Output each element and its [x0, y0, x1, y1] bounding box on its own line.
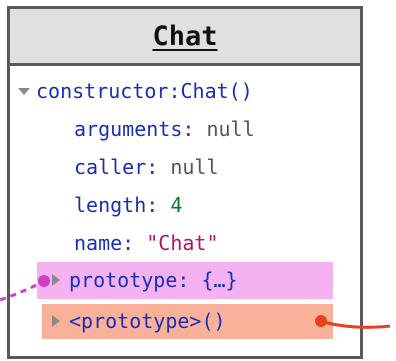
property-key: name: [74, 231, 123, 255]
collapsed-triangle-icon[interactable]: [52, 273, 60, 286]
panel-title: Chat: [152, 20, 218, 52]
property-value: 4: [170, 193, 183, 217]
prototype-row[interactable]: prototype: {…}: [52, 265, 238, 295]
prototype-key: prototype: [69, 268, 178, 292]
property-separator: :: [122, 231, 147, 255]
property-row-name[interactable]: name: "Chat": [74, 228, 219, 258]
property-value: null: [206, 117, 255, 141]
property-row-caller[interactable]: caller: null: [74, 152, 219, 182]
stage: Chat constructor:Chat() arguments: null …: [0, 0, 396, 361]
inner-prototype-row[interactable]: <prototype>(): [52, 306, 226, 336]
panel-header: Chat: [10, 9, 360, 66]
property-separator: :: [146, 193, 171, 217]
property-row-arguments[interactable]: arguments: null: [74, 114, 255, 144]
constructor-row[interactable]: constructor:Chat(): [10, 76, 350, 106]
inner-prototype-label: <prototype>(): [69, 309, 226, 333]
property-key: arguments: [74, 117, 183, 141]
property-separator: :: [182, 117, 207, 141]
constructor-label: constructor:Chat(): [36, 79, 253, 103]
collapsed-triangle-icon[interactable]: [52, 314, 60, 327]
expand-triangle-icon[interactable]: [18, 88, 30, 95]
prototype-value: {…}: [201, 268, 238, 292]
property-value: "Chat": [146, 231, 219, 255]
property-separator: :: [146, 155, 171, 179]
property-row-length[interactable]: length: 4: [74, 190, 182, 220]
property-key: length: [74, 193, 147, 217]
property-value: null: [170, 155, 219, 179]
prototype-separator: :: [177, 268, 202, 292]
property-key: caller: [74, 155, 147, 179]
